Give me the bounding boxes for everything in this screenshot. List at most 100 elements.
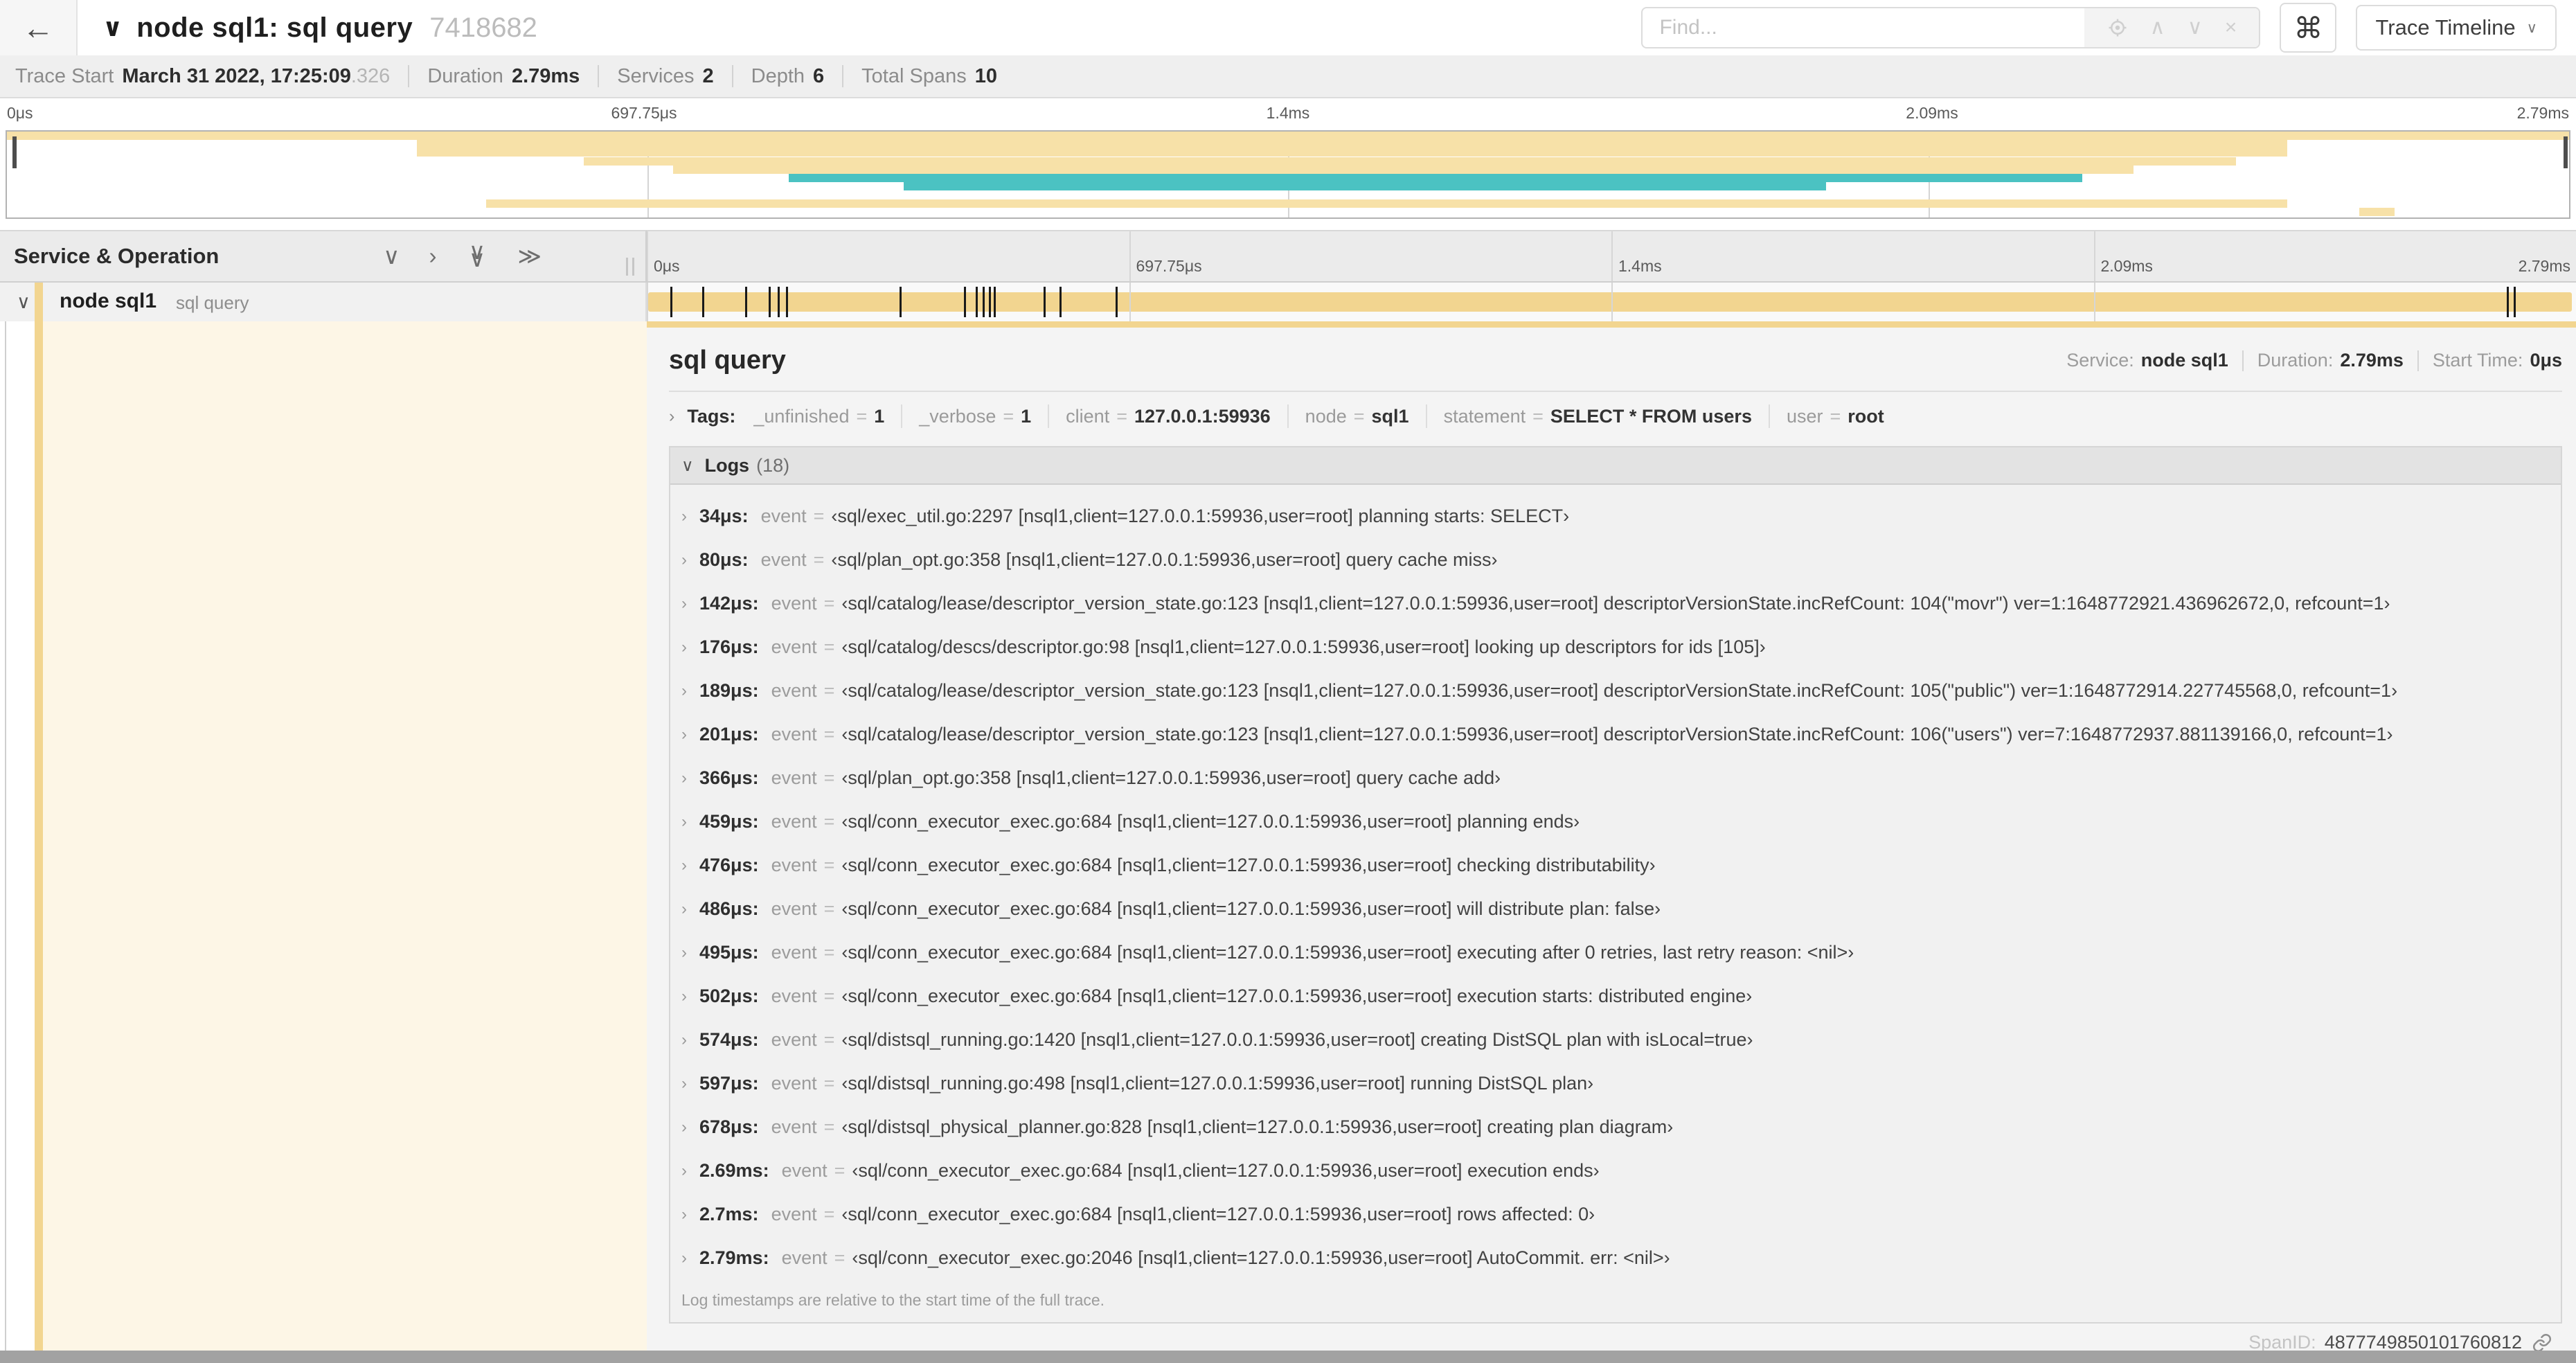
log-timestamp: 2.69ms: (699, 1160, 769, 1181)
bottom-scroll-strip[interactable] (0, 1351, 2576, 1363)
log-row[interactable]: › 80μs: event = ‹sql/plan_opt.go:358 [nsql1,… (681, 538, 2561, 582)
log-tick-mark (964, 287, 967, 317)
log-tick-mark (1044, 287, 1046, 317)
find-prev-icon[interactable]: ∧ (2150, 17, 2165, 38)
log-row[interactable]: › 502μs: event = ‹sql/conn_executor_exec.go:… (681, 974, 2561, 1018)
log-row[interactable]: › 486μs: event = ‹sql/conn_executor_exec.go:… (681, 887, 2561, 931)
summary-value-muted: .326 (350, 64, 391, 87)
minimap-span-bar (417, 140, 2287, 149)
double-chevron-down-icon[interactable]: ∨ ∨ (465, 240, 488, 270)
viewport-right-handle[interactable] (2564, 136, 2568, 168)
divider (1287, 404, 1289, 428)
chevron-right-icon[interactable]: › (681, 943, 687, 963)
tag-value: sql1 (1371, 405, 1409, 427)
view-options-dropdown[interactable]: Trace Timeline ∨ (2356, 5, 2557, 51)
chevron-right-icon[interactable]: › (681, 594, 687, 614)
chevron-down-icon: ∨ (681, 456, 694, 475)
chevron-right-icon[interactable]: › (681, 1249, 687, 1268)
log-tick-mark (1116, 287, 1118, 317)
find-input[interactable]: Find... (1643, 8, 2084, 47)
tag-key: user (1786, 405, 1823, 427)
log-row[interactable]: › 495μs: event = ‹sql/conn_executor_exec.go:… (681, 931, 2561, 974)
chevron-right-icon[interactable]: › (681, 1074, 687, 1094)
log-row[interactable]: › 142μs: event = ‹sql/catalog/lease/descript… (681, 582, 2561, 625)
double-chevron-right-icon[interactable]: ≫ (517, 244, 542, 267)
chevron-right-icon[interactable]: › (681, 507, 687, 526)
log-row[interactable]: › 678μs: event = ‹sql/distsql_physical_plann… (681, 1105, 2561, 1149)
log-key: event (771, 1073, 817, 1094)
minimap-canvas[interactable] (6, 130, 2570, 219)
tag-key: statement (1443, 405, 1526, 427)
tag-key: node (1305, 405, 1347, 427)
log-key: event (771, 724, 817, 745)
log-row[interactable]: › 2.69ms: event = ‹sql/conn_executor_exec.go… (681, 1149, 2561, 1193)
service-label: Service: (2066, 350, 2134, 371)
log-equals: = (823, 1116, 835, 1137)
chevron-right-icon[interactable]: › (681, 1118, 687, 1137)
log-row[interactable]: › 366μs: event = ‹sql/plan_opt.go:358 [nsql1… (681, 756, 2561, 800)
log-tick-mark (2514, 287, 2516, 317)
span-duration-bar[interactable] (648, 292, 2572, 312)
viewport-left-handle[interactable] (12, 136, 17, 168)
tag-key: client (1066, 405, 1110, 427)
minimap-span-bar (673, 165, 2134, 174)
list-left-border (5, 321, 6, 1351)
log-row[interactable]: › 597μs: event = ‹sql/distsql_running.go:498… (681, 1062, 2561, 1105)
timeline-gridline (647, 231, 648, 281)
chevron-right-icon[interactable]: › (681, 987, 687, 1006)
log-tick-mark (2507, 287, 2510, 317)
service-operation-label: Service & Operation (14, 244, 220, 268)
tag-key: _verbose (919, 405, 996, 427)
chevron-right-icon[interactable]: › (681, 1031, 687, 1050)
locate-icon[interactable] (2107, 17, 2128, 38)
chevron-right-icon[interactable]: › (681, 812, 687, 832)
log-equals: = (823, 1029, 835, 1050)
chevron-right-icon[interactable]: › (681, 1161, 687, 1181)
log-row[interactable]: › 34μs: event = ‹sql/exec_util.go:2297 [nsql… (681, 495, 2561, 538)
log-row[interactable]: › 201μs: event = ‹sql/catalog/lease/descript… (681, 713, 2561, 756)
chevron-right-icon[interactable]: › (429, 244, 436, 267)
find-next-icon[interactable]: ∨ (2188, 17, 2203, 38)
back-button[interactable]: ← (0, 0, 78, 55)
page-title: node sql1: sql query (136, 12, 413, 43)
timeline-tick-label: 2.09ms (2100, 257, 2153, 275)
chevron-right-icon[interactable]: › (681, 856, 687, 875)
chevron-right-icon[interactable]: › (681, 638, 687, 657)
chevron-down-icon[interactable]: ∨ (383, 244, 400, 267)
chevron-right-icon[interactable]: › (669, 407, 674, 427)
find-clear-icon[interactable]: × (2225, 17, 2237, 38)
log-value: ‹sql/catalog/lease/descriptor_version_st… (841, 724, 2393, 745)
tag-equals: = (1353, 405, 1365, 427)
log-row[interactable]: › 2.79ms: event = ‹sql/conn_executor_exec.go… (681, 1236, 2561, 1280)
log-row[interactable]: › 476μs: event = ‹sql/conn_executor_exec.go:… (681, 844, 2561, 887)
link-icon[interactable] (2532, 1333, 2552, 1351)
logs-list: › 34μs: event = ‹sql/exec_util.go:2297 [nsql… (670, 485, 2561, 1280)
log-equals: = (834, 1247, 846, 1268)
log-equals: = (813, 506, 825, 526)
logs-header[interactable]: ∨ Logs (18) (670, 447, 2561, 485)
chevron-right-icon[interactable]: › (681, 1205, 687, 1224)
trace-id: 7418682 (429, 12, 537, 43)
log-timestamp: 502μs: (699, 986, 759, 1006)
log-row[interactable]: › 189μs: event = ‹sql/catalog/lease/descript… (681, 669, 2561, 713)
log-row[interactable]: › 574μs: event = ‹sql/distsql_running.go:142… (681, 1018, 2561, 1062)
chevron-right-icon[interactable]: › (681, 682, 687, 701)
column-resizer-grip[interactable] (626, 258, 634, 276)
log-key: event (781, 1160, 828, 1181)
tags-row[interactable]: › Tags: _unfinished = 1 _verbose = 1 client = 12… (669, 404, 2562, 428)
log-timestamp: 2.7ms: (699, 1204, 759, 1224)
log-row[interactable]: › 176μs: event = ‹sql/catalog/descs/descript… (681, 625, 2561, 669)
collapse-span-icon[interactable]: ∨ (17, 292, 30, 313)
collapse-trace-icon[interactable]: ∨ (102, 13, 123, 42)
divider (2242, 350, 2244, 371)
span-row-node-sql1[interactable]: ∨ node sql1 sql query (0, 283, 647, 321)
tags-label[interactable]: Tags: (687, 406, 735, 427)
chevron-right-icon[interactable]: › (681, 551, 687, 570)
keyboard-shortcuts-button[interactable]: ⌘ (2280, 3, 2337, 53)
chevron-right-icon[interactable]: › (681, 900, 687, 919)
chevron-right-icon[interactable]: › (681, 769, 687, 788)
chevron-right-icon[interactable]: › (681, 725, 687, 745)
log-row[interactable]: › 2.7ms: event = ‹sql/conn_executor_exec.go:… (681, 1193, 2561, 1236)
tag-value: 1 (874, 405, 885, 427)
log-row[interactable]: › 459μs: event = ‹sql/conn_executor_exec.go:… (681, 800, 2561, 844)
